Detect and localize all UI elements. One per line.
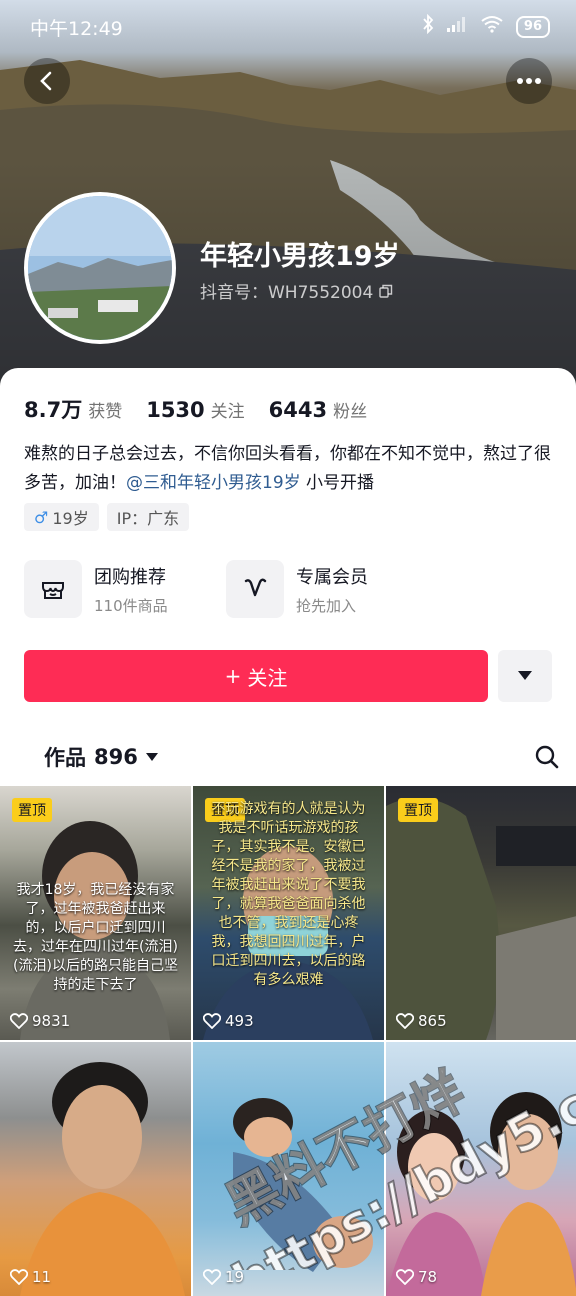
stat-number: 6443 [268,398,328,422]
service-title: 团购推荐 [94,566,166,588]
pinned-badge: 置顶 [12,798,52,822]
stat-number: 1530 [146,398,205,422]
gender-age-tag: ♂ 19岁 [24,503,99,531]
recommend-dropdown-button[interactable] [498,650,552,702]
video-thumbnail [386,1092,576,1296]
member-entry[interactable]: 专属会员 抢先加入 [226,560,398,618]
stat-number: 8.7万 [24,398,83,422]
heart-icon [10,1013,28,1029]
battery-indicator: 96 [515,15,550,38]
heart-icon [396,1013,414,1029]
likes-count: 865 [418,1012,447,1030]
more-options-button[interactable] [506,58,552,104]
heart-icon [10,1269,28,1285]
likes-count: 11 [32,1268,52,1286]
back-button[interactable] [24,58,70,104]
shop-icon [24,560,82,618]
video-thumbnail [233,1098,373,1272]
bluetooth-icon [422,13,434,39]
caret-down-icon [518,671,532,680]
stat-likes[interactable]: 8.7万 获赞 [24,394,122,424]
video-tile[interactable]: 置顶 不玩游戏有的人就是认为我是不听话玩游戏的孩子，其实我不是。安徽已经不是我的… [193,786,384,1040]
pinned-badge: 置顶 [398,798,438,822]
group-buy-entry[interactable]: 团购推荐 110件商品 [24,560,196,618]
profile-services: 团购推荐 110件商品 专属会员 抢先加入 [24,560,398,618]
vip-icon [226,560,284,618]
video-caption: 我才18岁，我已经没有家了，过年被我爸赶出来的，以后户口迁到四川去，过年在四川过… [13,882,178,993]
video-tile[interactable]: 78 [386,1042,576,1296]
stat-label: 关注 [210,402,245,422]
follow-button[interactable]: + 关注 [24,650,488,702]
copy-icon[interactable] [379,284,393,298]
video-thumbnail [20,1062,185,1296]
signal-icon [446,15,468,38]
bio-mention-link[interactable]: @三和年轻小男孩19岁 [126,473,301,493]
ip-location-tag: IP：广东 [106,503,190,531]
profile-bio: 难熬的日子总会过去，不信你回头看看，你都在不知不觉中，熬过了很多苦，加油！@三和… [24,440,558,498]
works-tab[interactable]: 作品 896 [44,742,158,772]
heart-icon [203,1269,221,1285]
works-count: 896 [94,745,138,769]
likes-count: 78 [418,1268,438,1286]
video-tile[interactable]: 19 [193,1042,384,1296]
video-tile[interactable]: 置顶 865 [386,786,576,1040]
video-likes: 78 [396,1268,437,1286]
status-time: 中午12:49 [30,18,123,40]
video-thumbnail [386,798,576,1040]
bio-suffix: 小号开播 [300,473,375,493]
plus-icon: + [224,664,242,688]
avatar-image [28,196,172,340]
wifi-icon [480,15,504,38]
profile-stats: 8.7万 获赞 1530 关注 6443 粉丝 [24,394,367,424]
male-icon: ♂ [34,507,49,527]
heart-icon [396,1269,414,1285]
service-subtitle: 110件商品 [94,596,168,615]
likes-count: 19 [225,1268,245,1286]
video-likes: 11 [10,1268,51,1286]
video-tile[interactable]: 置顶 我才18岁，我已经没有家了，过年被我爸赶出来的，以后户口迁到四川去，过年在… [0,786,191,1040]
video-caption: 不玩游戏有的人就是认为我是不听话玩游戏的孩子，其实我不是。安徽已经不是我的家了，… [211,801,366,988]
caret-down-icon [145,752,158,761]
douyin-id-text: 抖音号：WH7552004 [200,283,374,303]
stat-following[interactable]: 1530 关注 [146,397,244,422]
age-text: 19岁 [52,509,89,528]
service-title: 专属会员 [296,566,368,588]
heart-icon [203,1013,221,1029]
video-likes: 9831 [10,1012,70,1030]
stat-label: 获赞 [88,402,123,422]
stat-label: 粉丝 [333,402,368,422]
douyin-id-row[interactable]: 抖音号：WH7552004 [200,278,393,303]
video-tile[interactable]: 11 [0,1042,191,1296]
works-label: 作品 [44,746,86,770]
chevron-left-icon [40,71,52,91]
stat-followers[interactable]: 6443 粉丝 [269,397,367,422]
profile-tags: ♂ 19岁 IP：广东 [24,503,190,531]
more-dots-icon [517,78,541,84]
likes-count: 493 [225,1012,254,1030]
likes-count: 9831 [32,1012,71,1030]
follow-label: 关注 [247,665,288,690]
ip-text: IP：广东 [116,509,180,528]
search-icon[interactable] [534,744,560,770]
video-likes: 865 [396,1012,447,1030]
video-likes: 493 [203,1012,254,1030]
status-bar: 中午12:49 96 [0,0,576,52]
profile-nickname: 年轻小男孩19岁 [200,241,400,272]
avatar[interactable] [24,192,176,344]
video-likes: 19 [203,1268,244,1286]
service-subtitle: 抢先加入 [296,596,357,615]
